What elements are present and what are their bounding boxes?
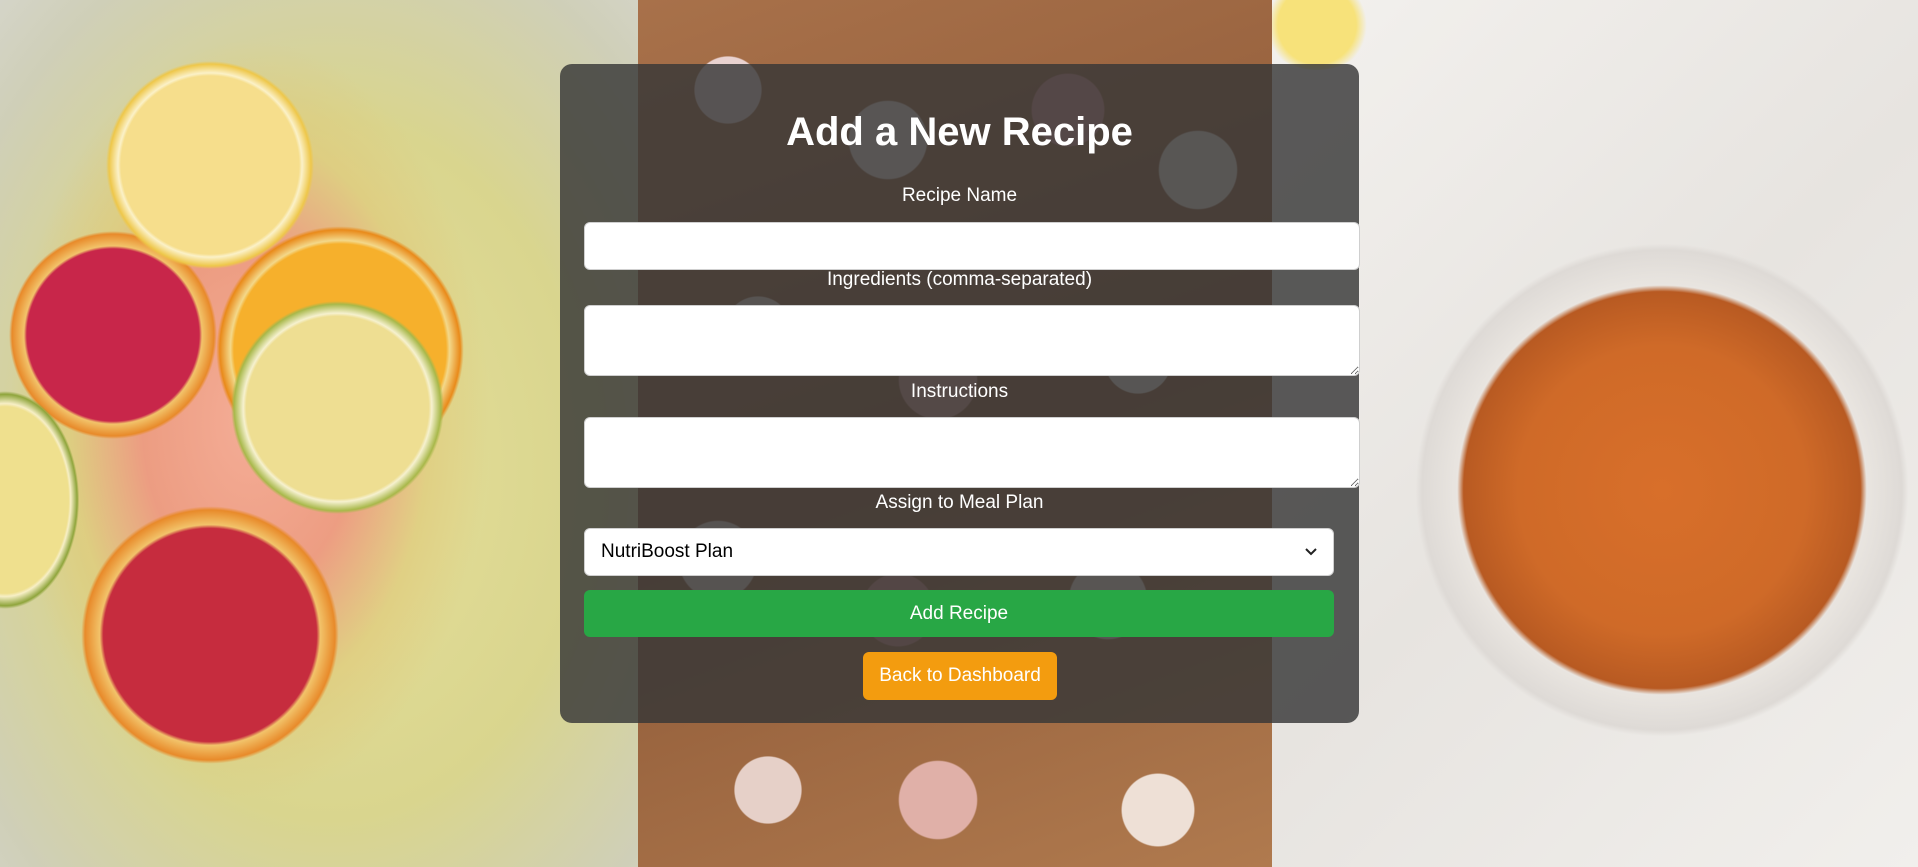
lemon-slice <box>105 60 315 270</box>
meal-plan-label: Assign to Meal Plan <box>875 492 1044 513</box>
instructions-label: Instructions <box>910 381 1009 402</box>
lemon-wedge <box>1272 0 1372 70</box>
meal-plan-select[interactable]: NutriBoost Plan <box>584 528 1334 576</box>
blood-orange-slice-2 <box>80 505 340 765</box>
shrimp-dish-photo <box>1272 0 1918 867</box>
ingredients-textarea[interactable] <box>584 305 1360 376</box>
lime-slice <box>230 300 445 515</box>
chevron-down-icon <box>1305 543 1317 561</box>
add-recipe-button[interactable]: Add Recipe <box>584 590 1334 637</box>
ingredients-label: Ingredients (comma-separated) <box>826 269 1093 290</box>
meal-plan-selected-value: NutriBoost Plan <box>601 541 734 562</box>
recipe-name-label: Recipe Name <box>901 185 1018 206</box>
back-to-dashboard-button[interactable]: Back to Dashboard <box>863 652 1057 700</box>
instructions-textarea[interactable] <box>584 417 1360 488</box>
page-title: Add a New Recipe <box>786 110 1133 154</box>
recipe-name-input[interactable] <box>584 222 1360 270</box>
add-recipe-card: Add a New Recipe Recipe Name Ingredients… <box>560 64 1360 723</box>
salmon-citrus-photo <box>0 0 640 867</box>
